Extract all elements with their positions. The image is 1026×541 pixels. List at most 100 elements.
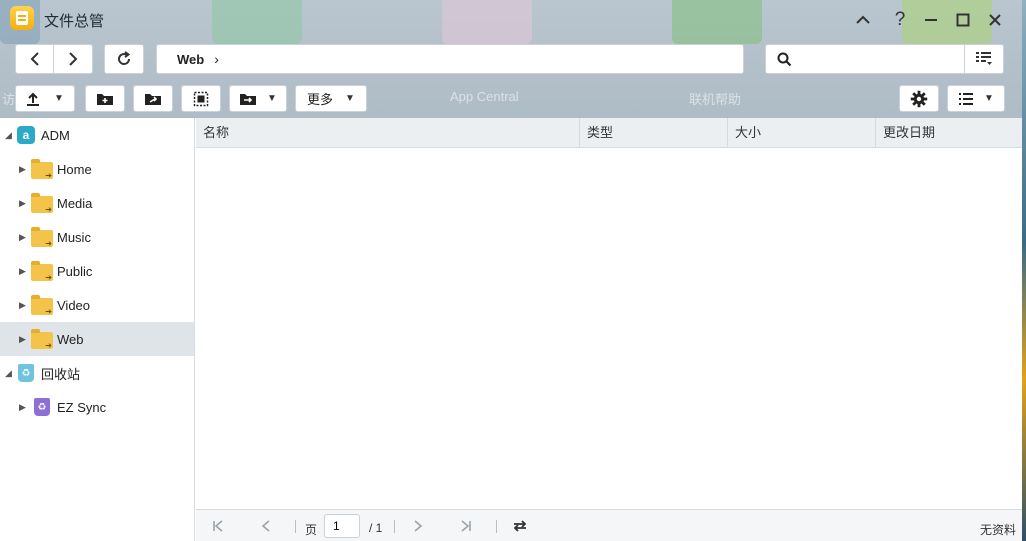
breadcrumb-segment-web[interactable]: Web	[177, 52, 204, 67]
first-page-button[interactable]	[210, 518, 226, 534]
advanced-search-button[interactable]	[964, 44, 1004, 74]
tree-label: Media	[57, 195, 93, 211]
help-button[interactable]: ?	[887, 8, 913, 32]
gear-icon	[910, 90, 928, 107]
maximize-button[interactable]	[950, 8, 976, 32]
recycle-bin-icon: ♻	[18, 364, 34, 382]
next-page-button[interactable]	[410, 518, 426, 534]
chevron-down-icon: ▼	[54, 93, 64, 104]
column-header-type[interactable]: 类型	[580, 118, 728, 147]
share-folder-button[interactable]	[133, 85, 173, 112]
chevron-left-icon	[261, 520, 270, 532]
divider	[496, 520, 497, 533]
column-header-name[interactable]: 名称	[196, 118, 580, 147]
expand-arrow-icon[interactable]: ▶	[19, 266, 26, 277]
shared-folder-icon	[31, 159, 53, 180]
tree-root-recycle-bin[interactable]: ◢ ♻ 回收站	[0, 356, 194, 390]
forward-button[interactable]	[53, 44, 93, 74]
file-explorer-app-icon	[10, 6, 34, 30]
expand-arrow-icon[interactable]: ▶	[19, 232, 26, 243]
collapse-arrow-icon[interactable]: ◢	[5, 368, 12, 379]
chevron-down-icon: ▼	[984, 93, 994, 104]
back-button[interactable]	[15, 44, 54, 74]
divider	[394, 520, 395, 533]
close-button[interactable]	[982, 8, 1008, 32]
background-label: 访	[2, 92, 16, 107]
shared-folder-icon	[31, 227, 53, 248]
shared-folder-icon	[31, 193, 53, 214]
expand-arrow-icon[interactable]: ▶	[19, 334, 26, 345]
divider	[295, 520, 296, 533]
ez-sync-bin-icon: ♻	[34, 398, 50, 416]
upload-dropdown-button[interactable]: ▼	[15, 85, 75, 112]
list-options-icon	[976, 52, 992, 65]
expand-arrow-icon[interactable]: ▶	[19, 198, 26, 209]
breadcrumb-path-bar[interactable]: Web ›	[156, 44, 744, 74]
expand-arrow-icon[interactable]: ▶	[19, 164, 26, 175]
upload-icon	[27, 92, 40, 106]
background-label: 联机帮助	[689, 92, 742, 107]
expand-arrow-icon[interactable]: ▶	[19, 300, 26, 311]
select-all-button[interactable]	[181, 85, 221, 112]
minimize-button[interactable]	[918, 8, 944, 32]
shared-folder-icon	[31, 261, 53, 282]
total-pages: / 1	[369, 521, 383, 535]
file-explorer-window: 文件总管 ? Web › 访 App Central 联机帮助 ▼ ▼ 更多 ▼…	[0, 0, 1022, 541]
folder-share-icon	[145, 93, 161, 105]
folder-transfer-icon	[240, 93, 257, 105]
more-label: 更多	[307, 92, 334, 107]
file-list-body[interactable]	[196, 148, 1022, 509]
select-all-icon	[193, 91, 209, 106]
tree-item-video[interactable]: ▶ Video	[0, 288, 194, 322]
adm-icon: a	[17, 126, 35, 144]
tree-item-home[interactable]: ▶ Home	[0, 152, 194, 186]
tree-item-music[interactable]: ▶ Music	[0, 220, 194, 254]
chevron-left-icon	[30, 52, 39, 66]
tree-root-adm[interactable]: ◢ a ADM	[0, 118, 194, 152]
title-bar: 文件总管 ?	[0, 0, 1022, 38]
background-label: App Central	[450, 89, 519, 104]
tree-label: ADM	[41, 127, 70, 143]
expand-arrow-icon[interactable]: ▶	[19, 402, 26, 413]
window-header: 文件总管 ? Web › 访 App Central 联机帮助 ▼ ▼ 更多 ▼…	[0, 0, 1022, 118]
question-icon: ?	[894, 9, 906, 30]
search-box[interactable]	[765, 44, 965, 74]
tree-item-web[interactable]: ▶ Web	[0, 322, 194, 356]
copy-move-dropdown-button[interactable]: ▼	[229, 85, 287, 112]
collapse-arrow-icon[interactable]: ◢	[5, 130, 12, 141]
settings-button[interactable]	[899, 85, 939, 112]
pagination-bar: 页 / 1 无资料	[196, 509, 1022, 541]
tree-item-public[interactable]: ▶ Public	[0, 254, 194, 288]
chevron-up-icon	[856, 15, 870, 24]
maximize-icon	[956, 13, 970, 27]
tree-label: Home	[57, 161, 92, 177]
chevron-right-icon: ›	[214, 51, 219, 67]
new-folder-icon	[97, 93, 113, 105]
desktop-background-edge	[1022, 0, 1026, 541]
page-number-input[interactable]	[324, 514, 360, 538]
column-header-modified[interactable]: 更改日期	[876, 118, 1022, 147]
chevron-down-icon: ▼	[345, 93, 355, 104]
tree-item-ez-sync[interactable]: ▶ ♻ EZ Sync	[0, 390, 194, 424]
tree-label: EZ Sync	[57, 399, 107, 415]
refresh-list-button[interactable]	[512, 518, 528, 534]
column-header-size[interactable]: 大小	[728, 118, 876, 147]
status-text: 无资料	[979, 523, 1016, 537]
last-page-button[interactable]	[458, 518, 474, 534]
tree-item-media[interactable]: ▶ Media	[0, 186, 194, 220]
search-icon	[777, 52, 792, 67]
minimize-icon	[925, 19, 937, 21]
new-folder-button[interactable]	[85, 85, 125, 112]
tree-label: Public	[57, 263, 93, 279]
first-page-icon	[213, 520, 223, 532]
search-input[interactable]	[798, 49, 962, 71]
collapse-window-button[interactable]	[850, 8, 876, 32]
window-title: 文件总管	[44, 13, 105, 30]
view-mode-dropdown-button[interactable]: ▼	[947, 85, 1005, 112]
tree-label: Web	[57, 331, 84, 347]
previous-page-button[interactable]	[258, 518, 274, 534]
more-dropdown-button[interactable]: 更多 ▼	[295, 85, 367, 112]
list-view-icon	[959, 92, 974, 105]
refresh-button[interactable]	[104, 44, 144, 74]
page-label: 页	[305, 523, 318, 537]
